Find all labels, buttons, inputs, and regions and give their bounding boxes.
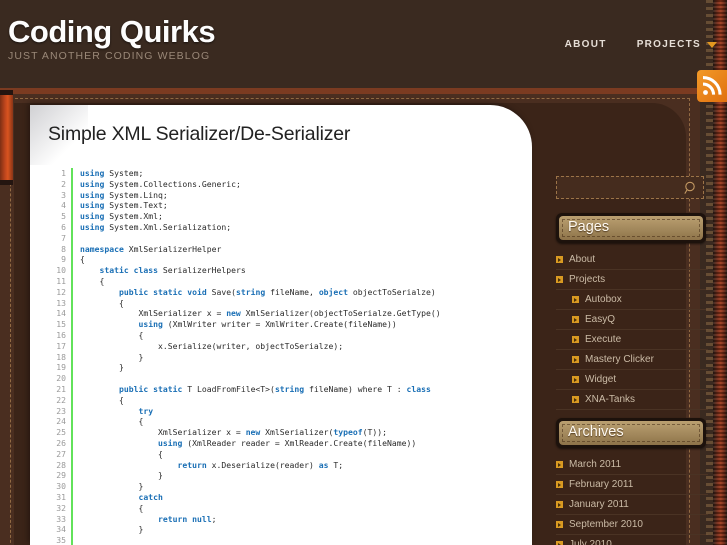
- bullet-icon: [572, 296, 579, 303]
- site-header: Coding Quirks JUST ANOTHER CODING WEBLOG…: [0, 0, 727, 102]
- nav-item-about[interactable]: ABOUT: [565, 39, 607, 50]
- rss-icon[interactable]: [697, 70, 727, 102]
- search-input[interactable]: [557, 177, 677, 198]
- list-item[interactable]: XNA-Tanks: [556, 390, 708, 410]
- list-item-label: July 2010: [569, 539, 612, 545]
- list-item[interactable]: Execute: [556, 330, 708, 350]
- sidebar: Pages About Projects Autobox EasyQ Execu…: [556, 176, 708, 545]
- code-line-numbers: 1 2 3 4 5 6 7 8 9 10 11 12 13 14 15 16 17 18 19 20 21 22 23 24 2…: [56, 168, 66, 545]
- widget-archives-title: Archives: [568, 424, 624, 440]
- bullet-icon: [572, 356, 579, 363]
- list-item-label: January 2011: [569, 499, 629, 510]
- list-item[interactable]: EasyQ: [556, 310, 708, 330]
- bullet-icon: [556, 256, 563, 263]
- list-item-label: March 2011: [569, 459, 622, 470]
- list-item[interactable]: March 2011: [556, 455, 708, 475]
- search-icon[interactable]: [684, 181, 697, 200]
- widget-archives-list: March 2011 February 2011 January 2011 Se…: [556, 455, 708, 545]
- main-navigation: ABOUT PROJECTS: [565, 39, 717, 50]
- bullet-icon: [572, 396, 579, 403]
- list-item-label: Projects: [569, 274, 606, 285]
- list-item[interactable]: January 2011: [556, 495, 708, 515]
- bullet-icon: [556, 521, 563, 528]
- bullet-icon: [556, 501, 563, 508]
- site-tagline: JUST ANOTHER CODING WEBLOG: [8, 50, 211, 62]
- page-title: Simple XML Serializer/De-Serializer: [48, 123, 351, 145]
- list-item-label: Widget: [585, 374, 617, 385]
- code-block: 1 2 3 4 5 6 7 8 9 10 11 12 13 14 15 16 17 18 19 20 21 22 23 24 2…: [55, 168, 532, 545]
- nav-item-projects-label: PROJECTS: [636, 39, 701, 50]
- nav-item-projects[interactable]: PROJECTS: [637, 39, 717, 50]
- page-root: Coding Quirks JUST ANOTHER CODING WEBLOG…: [0, 0, 727, 545]
- widget-archives: Archives March 2011 February 2011 Januar…: [556, 418, 708, 545]
- list-item[interactable]: Autobox: [556, 290, 708, 310]
- widget-spacer: [556, 410, 708, 418]
- list-item[interactable]: September 2010: [556, 515, 708, 535]
- widget-pages-header-plate: Pages: [559, 216, 703, 240]
- list-item-label: February 2011: [569, 479, 634, 490]
- list-item[interactable]: About: [556, 250, 708, 270]
- list-item[interactable]: Widget: [556, 370, 708, 390]
- bullet-icon: [556, 461, 563, 468]
- list-item-label: September 2010: [569, 519, 643, 530]
- chevron-down-icon: [707, 41, 717, 48]
- search-box[interactable]: [556, 176, 704, 199]
- bullet-icon: [572, 376, 579, 383]
- list-item-label: EasyQ: [585, 314, 616, 325]
- list-item-label: Mastery Clicker: [585, 354, 654, 365]
- widget-pages-header: Pages: [556, 213, 706, 243]
- list-item-label: Execute: [585, 334, 622, 345]
- post-content-card: Simple XML Serializer/De-Serializer 1234…: [30, 105, 532, 545]
- list-item-label: About: [569, 254, 596, 265]
- list-item[interactable]: July 2010: [556, 535, 708, 545]
- bullet-icon: [556, 541, 563, 545]
- bullet-icon: [572, 316, 579, 323]
- bullet-icon: [556, 481, 563, 488]
- widget-archives-header: Archives: [556, 418, 706, 448]
- site-title: Coding Quirks: [8, 14, 216, 49]
- widget-archives-header-plate: Archives: [559, 421, 703, 445]
- bullet-icon: [572, 336, 579, 343]
- list-item[interactable]: Mastery Clicker: [556, 350, 708, 370]
- widget-pages-list: About Projects Autobox EasyQ Execute Mas…: [556, 250, 708, 410]
- widget-pages-title: Pages: [568, 219, 610, 235]
- widget-pages: Pages About Projects Autobox EasyQ Execu…: [556, 213, 708, 410]
- code-source[interactable]: using System; using System.Collections.Ge…: [80, 168, 532, 545]
- list-item[interactable]: Projects: [556, 270, 708, 290]
- nav-item-about-label: ABOUT: [564, 39, 607, 50]
- list-item-label: XNA-Tanks: [585, 394, 636, 405]
- list-item-label: Autobox: [585, 294, 622, 305]
- bookmark-ribbon: [0, 90, 13, 185]
- list-item[interactable]: February 2011: [556, 475, 708, 495]
- bullet-icon: [556, 276, 563, 283]
- code-gutter-divider: [71, 168, 73, 545]
